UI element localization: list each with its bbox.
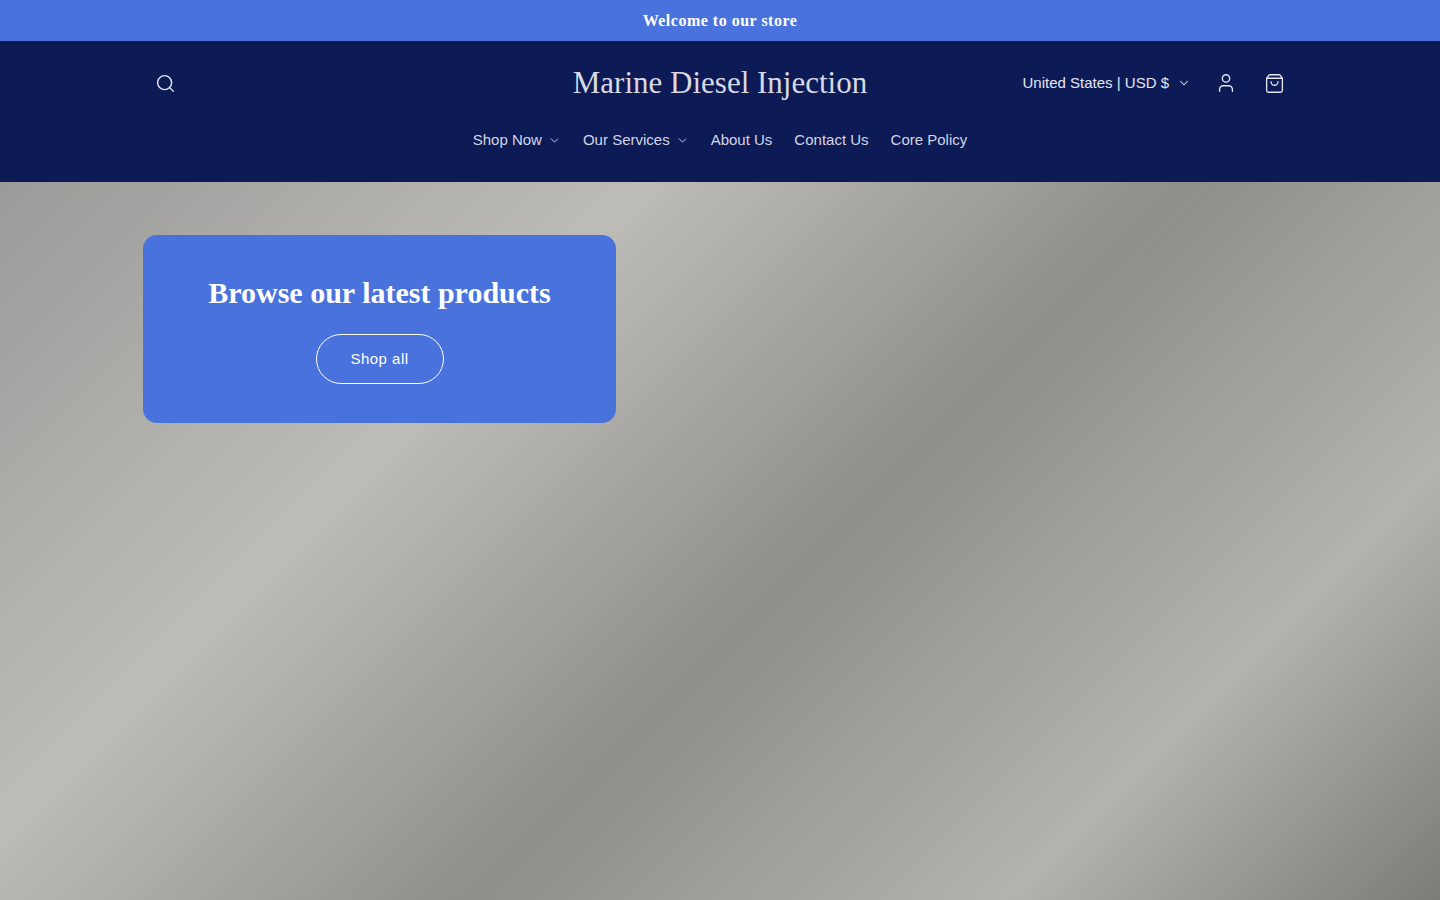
search-button[interactable]	[143, 61, 187, 105]
search-icon	[155, 73, 176, 94]
country-selector[interactable]: United States | USD $	[1013, 61, 1201, 105]
nav-item[interactable]: Shop Now	[473, 129, 561, 152]
account-icon	[1215, 72, 1237, 94]
announcement-text: Welcome to our store	[643, 9, 798, 33]
hero-card: Browse our latest products Shop all	[143, 235, 616, 423]
site-header: Marine Diesel Injection United States | U…	[0, 41, 1440, 182]
shop-all-button[interactable]: Shop all	[316, 334, 444, 384]
chevron-down-icon	[1177, 76, 1191, 90]
cart-icon	[1264, 73, 1285, 94]
nav-item[interactable]: Contact Us	[794, 129, 868, 152]
chevron-down-icon	[548, 134, 561, 147]
announcement-bar: Welcome to our store	[0, 0, 1440, 41]
nav-item[interactable]: Our Services	[583, 129, 689, 152]
logo[interactable]: Marine Diesel Injection	[573, 60, 867, 107]
cart-button[interactable]	[1251, 61, 1297, 105]
hero-heading: Browse our latest products	[208, 274, 551, 312]
main-nav: Shop Now Our Services About Us Contact Us Co…	[0, 125, 1440, 155]
account-button[interactable]	[1203, 61, 1249, 105]
page: Welcome to our store Marine Diesel Inject…	[0, 0, 1440, 900]
nav-item[interactable]: About Us	[711, 129, 773, 152]
chevron-down-icon	[676, 134, 689, 147]
hero-banner: Browse our latest products Shop all	[0, 182, 1440, 900]
nav-item[interactable]: Core Policy	[891, 129, 968, 152]
